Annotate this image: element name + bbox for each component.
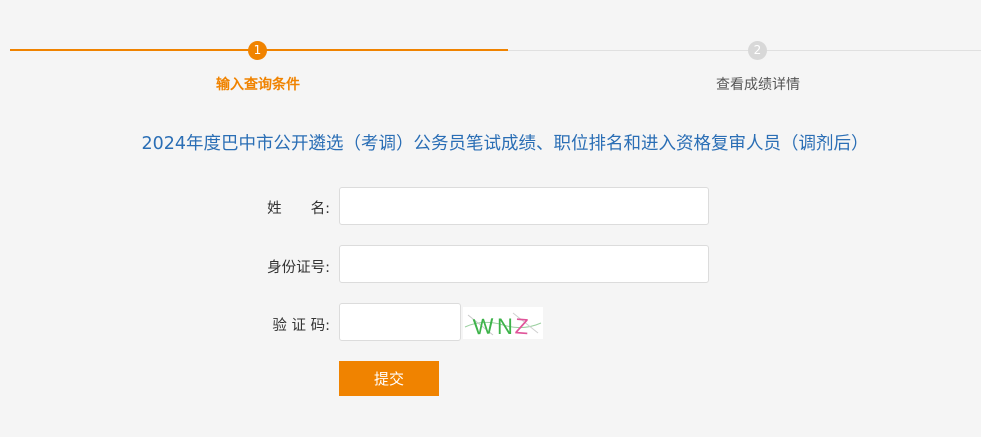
page-title: 2024年度巴中市公开遴选（考调）公务员笔试成绩、职位排名和进入资格复审人员（调…	[141, 134, 869, 154]
name-label: 姓 名:	[267, 201, 330, 217]
captcha-text: Z	[514, 313, 529, 339]
svg-text:N: N	[497, 314, 513, 339]
id-number-label: 身份证号:	[267, 260, 330, 276]
step-1-circle: 1	[248, 41, 267, 60]
submit-button[interactable]: 提交	[339, 361, 439, 396]
name-input[interactable]	[339, 187, 709, 225]
captcha-label: 验 证 码:	[272, 318, 330, 334]
id-number-input[interactable]	[339, 245, 709, 283]
step-line-pending	[508, 50, 981, 51]
captcha-image[interactable]: W N Z	[463, 307, 543, 339]
progress-steps: 1 2 输入查询条件 查看成绩详情	[0, 38, 981, 98]
step-1-label: 输入查询条件	[216, 77, 300, 93]
captcha-input[interactable]	[339, 303, 461, 341]
step-2-circle: 2	[748, 41, 767, 60]
step-2-label: 查看成绩详情	[716, 77, 800, 93]
svg-text:W: W	[472, 313, 494, 339]
